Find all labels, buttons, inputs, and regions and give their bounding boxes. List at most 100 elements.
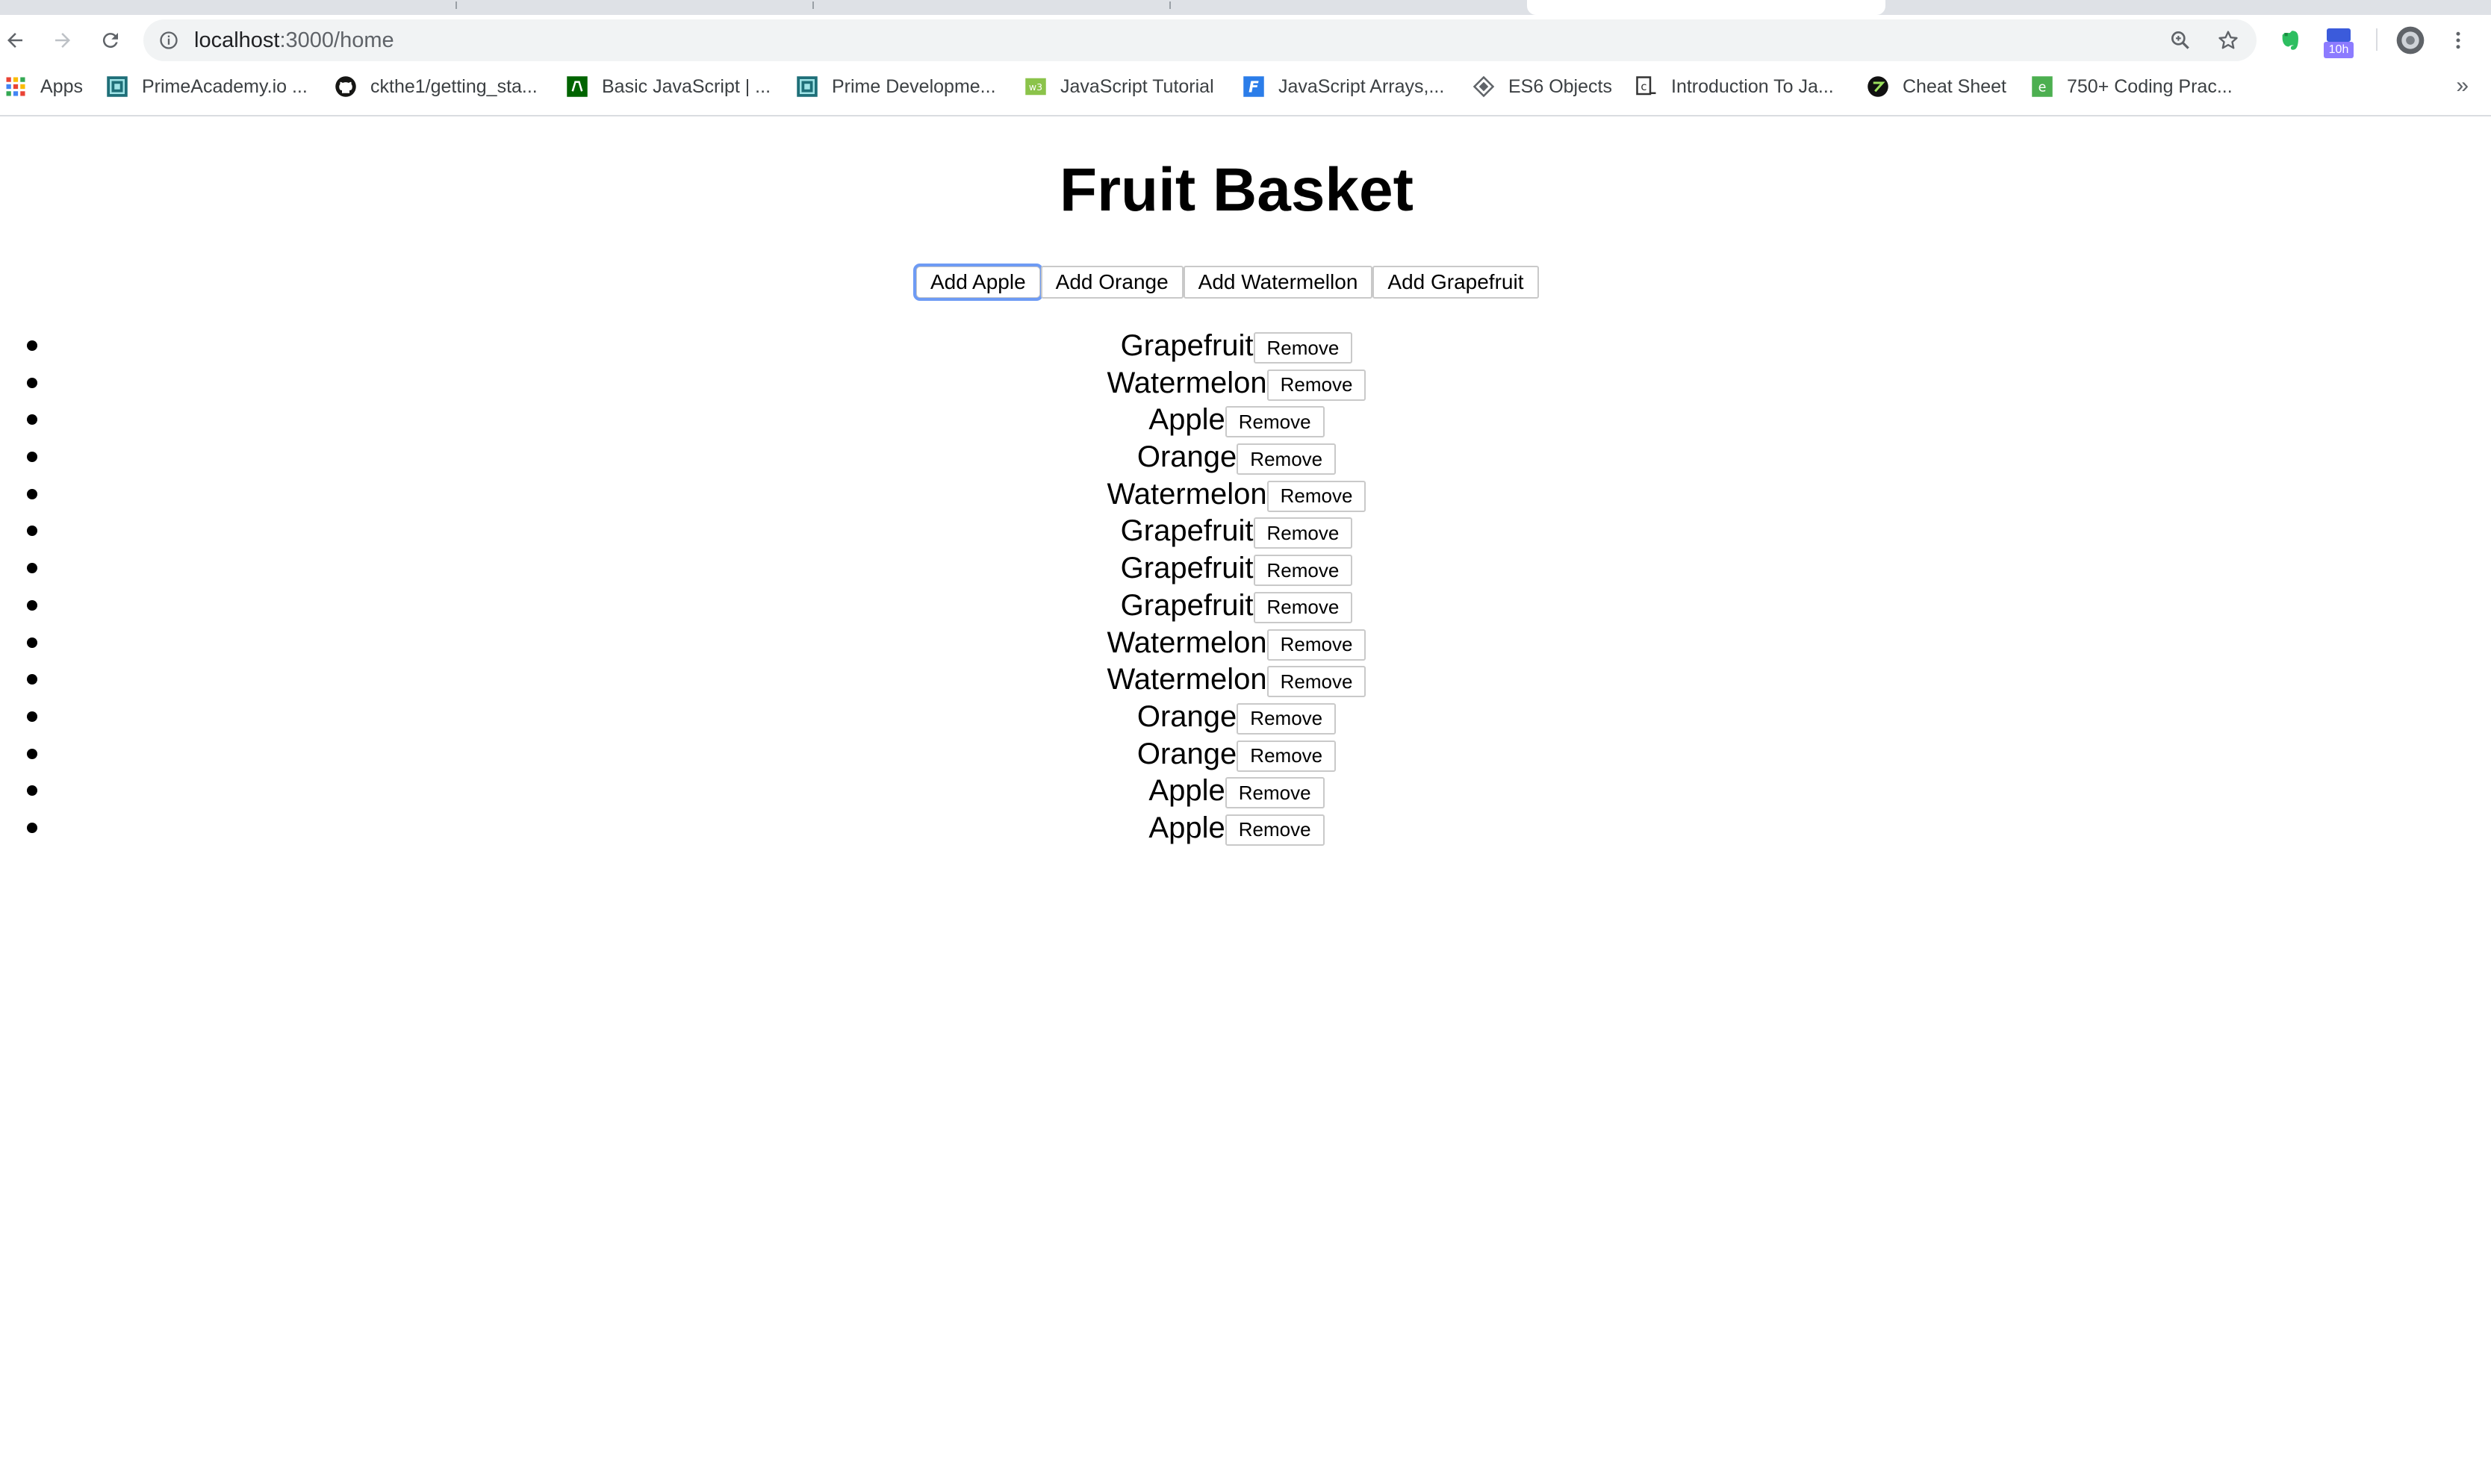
tab-separator [455, 1, 457, 9]
toolbar-separator [2376, 28, 2378, 51]
remove-button[interactable]: Remove [1225, 814, 1325, 846]
fruit-name: Watermelon [1107, 477, 1267, 511]
list-item: Watermelon Remove [0, 662, 2491, 699]
remove-button[interactable]: Remove [1253, 591, 1353, 623]
list-item: Grapefruit Remove [0, 328, 2491, 366]
more-vert-icon [2456, 31, 2460, 49]
forward-arrow-icon [55, 33, 70, 48]
bookmark-label: JavaScript Tutorial [1060, 75, 1214, 97]
remove-button[interactable]: Remove [1253, 517, 1353, 549]
bookmark-label: Prime Developme... [832, 75, 996, 97]
fruit-list: Grapefruit Remove Watermelon Remove Apple R… [0, 328, 2491, 848]
back-arrow-icon [7, 33, 22, 48]
tab-separator [812, 1, 814, 9]
bookmark-github[interactable]: ckthe1/getting_sta... [335, 66, 538, 107]
remove-button[interactable]: Remove [1266, 480, 1366, 512]
page-title: Fruit Basket [1060, 156, 1414, 224]
remove-button[interactable]: Remove [1266, 666, 1366, 698]
add-fruit-buttons: Add Apple Add Orange Add Watermellon Add… [913, 264, 1539, 301]
fruit-name: Apple [1148, 811, 1225, 844]
tab-active[interactable] [1527, 0, 1885, 15]
svg-text:c: c [1641, 80, 1647, 93]
timer-extension-button[interactable]: 10h [2324, 27, 2354, 60]
bookmarks-bar: Apps PrimeAcademy.io ... ckthe1/getting_… [0, 66, 2491, 116]
address-bar[interactable]: localhost:3000/home [143, 19, 2257, 61]
list-item: Orange Remove [0, 440, 2491, 477]
svg-text:F: F [1248, 78, 1259, 96]
add-grapefruit-button[interactable]: Add Grapefruit [1372, 266, 1539, 299]
remove-button[interactable]: Remove [1253, 555, 1353, 587]
fruit-name: Watermelon [1107, 663, 1267, 696]
fruit-name: Grapefruit [1120, 514, 1254, 548]
add-apple-button[interactable]: Add Apple [913, 264, 1043, 301]
github-icon [335, 76, 356, 97]
list-item: Grapefruit Remove [0, 551, 2491, 588]
list-item: Orange Remove [0, 737, 2491, 774]
info-icon[interactable] [158, 30, 179, 51]
evernote-extension-button[interactable] [2274, 24, 2307, 57]
reload-icon [102, 33, 118, 49]
fruit-name: Grapefruit [1120, 588, 1254, 622]
c-icon: c [1636, 76, 1656, 96]
remove-button[interactable]: Remove [1266, 369, 1366, 401]
bookmark-label: Basic JavaScript | ... [602, 75, 771, 97]
browser-window: localhost:3000/home 10h Apps PrimeAcadem… [0, 0, 2491, 1484]
svg-text:e: e [2038, 80, 2047, 95]
bookmark-basic-javascript[interactable]: Basic JavaScript | ... [566, 66, 771, 107]
remove-button[interactable]: Remove [1225, 406, 1325, 438]
svg-text:w3: w3 [1029, 81, 1042, 93]
apps-grid-icon [6, 77, 25, 96]
list-item: Apple Remove [0, 811, 2491, 848]
menu-button[interactable] [2442, 24, 2475, 57]
list-item: Orange Remove [0, 699, 2491, 737]
tab-strip [0, 0, 2491, 15]
tab-separator [1169, 1, 1171, 9]
fruit-name: Orange [1136, 440, 1237, 474]
list-item: Watermelon Remove [0, 626, 2491, 663]
diamond-icon [1472, 75, 1495, 98]
bookmark-label: 750+ Coding Prac... [2067, 75, 2233, 97]
fruit-name: Orange [1136, 737, 1237, 770]
profile-avatar-button[interactable] [2394, 24, 2427, 57]
w3schools-icon: w3 [1025, 78, 1046, 96]
bookmark-cheat-sheet[interactable]: Cheat Sheet [1867, 66, 2006, 107]
bookmark-label: ES6 Objects [1508, 75, 1612, 97]
f-icon: F [1243, 76, 1264, 97]
page-content: Fruit Basket Add Apple Add Orange Add Wa… [0, 116, 2491, 1484]
add-orange-button[interactable]: Add Orange [1040, 266, 1184, 299]
bookmark-label: Apps [40, 75, 83, 97]
bookmark-primeacademy[interactable]: PrimeAcademy.io ... [106, 66, 308, 107]
forward-button[interactable] [45, 22, 81, 58]
e-icon: e [2032, 76, 2053, 97]
bookmark-javascript-arrays[interactable]: F JavaScript Arrays,... [1243, 66, 1444, 107]
bookmark-introduction-to-javascript[interactable]: c Introduction To Ja... [1635, 66, 1834, 107]
bookmark-prime-development[interactable]: Prime Developme... [796, 66, 996, 107]
bookmark-coding-practice[interactable]: e 750+ Coding Prac... [2031, 66, 2233, 107]
remove-button[interactable]: Remove [1266, 629, 1366, 661]
back-button[interactable] [0, 22, 33, 58]
remove-button[interactable]: Remove [1237, 702, 1337, 735]
bookmark-label: Introduction To Ja... [1671, 75, 1834, 97]
fruit-name: Grapefruit [1120, 329, 1254, 362]
url-path: :3000/home [279, 28, 394, 52]
bookmark-javascript-tutorial[interactable]: w3 JavaScript Tutorial [1024, 66, 1214, 107]
remove-button[interactable]: Remove [1253, 332, 1353, 364]
remove-button[interactable]: Remove [1225, 777, 1325, 809]
timer-extension-icon [2327, 28, 2351, 42]
bookmark-star-icon[interactable] [2216, 28, 2240, 52]
bookmark-label: Cheat Sheet [1903, 75, 2006, 97]
reload-button[interactable] [93, 22, 128, 58]
zoom-icon[interactable] [2168, 28, 2192, 52]
fruit-name: Watermelon [1107, 366, 1267, 399]
bookmark-apps[interactable]: Apps [4, 66, 83, 107]
prime-icon [797, 76, 818, 97]
list-item: Grapefruit Remove [0, 514, 2491, 551]
remove-button[interactable]: Remove [1237, 740, 1337, 772]
timer-extension-badge: 10h [2324, 42, 2354, 58]
bookmark-label: PrimeAcademy.io ... [142, 75, 308, 97]
bookmark-es6-objects[interactable]: ES6 Objects [1472, 66, 1612, 107]
bookmarks-overflow-button[interactable]: » [2456, 73, 2469, 99]
remove-button[interactable]: Remove [1237, 443, 1337, 476]
add-watermellon-button[interactable]: Add Watermellon [1183, 266, 1373, 299]
url-text[interactable]: localhost:3000/home [194, 19, 394, 61]
